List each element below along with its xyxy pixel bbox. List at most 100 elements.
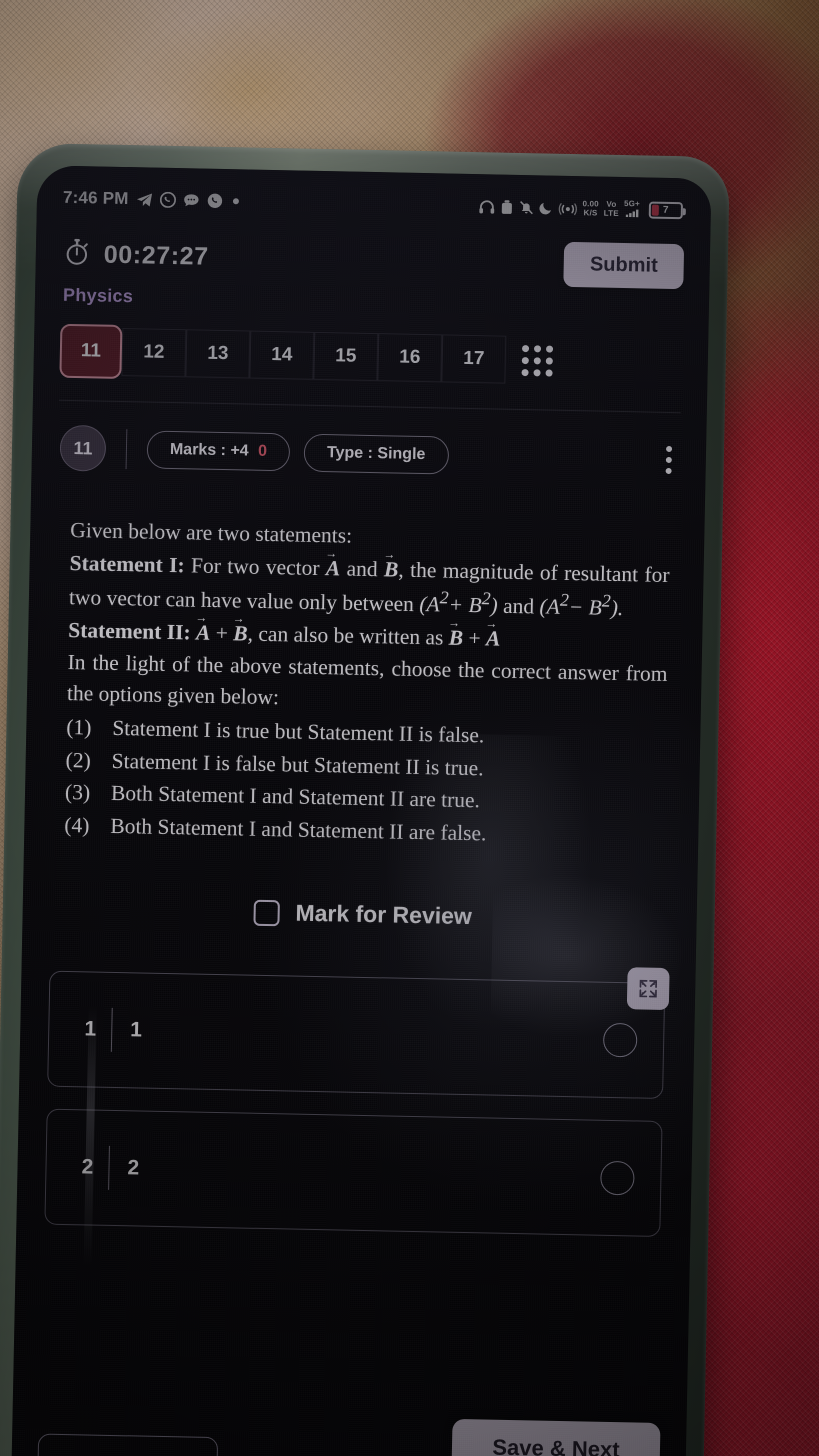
option-text: Statement I is true but Statement II is … <box>112 716 485 748</box>
answer-option-key: 2 <box>81 1155 94 1179</box>
question-tab-14[interactable]: 14 <box>249 330 315 380</box>
type-label: Type : <box>326 444 374 463</box>
question-tab-15[interactable]: 15 <box>313 331 379 382</box>
do-not-disturb-moon-icon <box>538 200 552 215</box>
question-tab-12[interactable]: 12 <box>121 327 187 378</box>
data-speed-value: 0.00 <box>582 198 599 209</box>
expr-a-squared-minus-b-squared: (A2− B2). <box>539 590 624 621</box>
answer-option-divider <box>108 1145 110 1190</box>
hotspot-icon <box>557 200 577 215</box>
expr2-minus: − B <box>568 595 603 620</box>
grid-dots-icon[interactable] <box>521 344 554 377</box>
answer-option-divider <box>110 1007 113 1052</box>
question-instruction: In the light of the above statements, ch… <box>66 650 668 709</box>
stopwatch-icon <box>64 238 91 272</box>
marks-label: Marks : <box>169 440 227 460</box>
question-tabs: 11 12 13 14 15 16 17 <box>33 305 708 391</box>
answer-option-radio[interactable] <box>602 1022 638 1058</box>
mark-for-review-checkbox[interactable] <box>253 899 280 926</box>
clear-response-button[interactable] <box>36 1433 219 1456</box>
volte-bottom: LTE <box>603 208 619 218</box>
message-icon <box>182 193 199 207</box>
network-type: 5G+ <box>623 198 641 208</box>
statement-one-and: and <box>346 556 378 581</box>
signal-bars-icon <box>625 209 638 219</box>
more-notifications-dot <box>232 198 239 205</box>
statement-two-rhs-vector-a: A <box>486 626 501 650</box>
submit-button[interactable]: Submit <box>563 241 685 290</box>
whatsapp-icon <box>159 191 176 208</box>
network-signal-indicator: 5G+ <box>623 198 641 219</box>
statement-one: Statement I: For two vector A and B, the… <box>69 547 670 624</box>
smartphone-device: 7:46 PM 0.00 K/S Vo LTE 5G+ 7 00:27:27 S… <box>0 142 730 1456</box>
statement-two-text: , can also be written as <box>247 621 444 650</box>
statement-two-label: Statement II: <box>68 617 191 645</box>
vector-a-symbol: A <box>326 556 341 580</box>
volte-top: Vo <box>606 199 617 209</box>
answer-option-value: 1 <box>130 1018 143 1042</box>
expr1-sup1: 2 <box>439 587 449 608</box>
answer-option-radio[interactable] <box>600 1160 635 1196</box>
marks-negative: 0 <box>257 442 268 460</box>
option-key: (1) <box>66 715 92 740</box>
expr1-open: (A <box>419 592 440 617</box>
question-options-list: (1) Statement I is true but Statement II… <box>64 712 666 852</box>
expr1-close: ) <box>490 593 498 618</box>
option-text: Both Statement I and Statement II are tr… <box>110 781 481 813</box>
expr2-sup1: 2 <box>559 589 570 611</box>
data-speed-indicator: 0.00 K/S <box>582 198 599 217</box>
timer-value: 00:27:27 <box>103 240 209 271</box>
question-tab-13[interactable]: 13 <box>185 329 251 379</box>
mark-for-review-label: Mark for Review <box>295 899 473 930</box>
expr2-open: (A <box>539 594 561 620</box>
type-pill: Type : Single <box>303 433 449 475</box>
data-speed-unit: K/S <box>583 207 598 217</box>
answer-option-row[interactable]: 1 1 <box>47 970 666 1099</box>
telegram-icon <box>135 192 152 207</box>
meta-divider <box>125 429 128 470</box>
option-key: (2) <box>65 747 92 773</box>
answer-options: 1 1 2 2 <box>16 924 696 1237</box>
type-value: Single <box>377 445 426 464</box>
statement-two-rhs-vector-b: B <box>449 625 464 649</box>
headphones-icon <box>478 199 494 214</box>
battery-fill <box>651 204 659 216</box>
option-text: Both Statement I and Statement II are fa… <box>110 813 487 846</box>
photograph-of-phone: 7:46 PM 0.00 K/S Vo LTE 5G+ 7 00:27:27 S… <box>0 0 819 1456</box>
exam-timer: 00:27:27 <box>64 238 210 274</box>
volte-indicator: Vo LTE <box>603 199 619 218</box>
marks-pill: Marks : +4 0 <box>146 430 291 472</box>
battery-indicator: 7 <box>648 201 684 219</box>
option-key: (3) <box>64 780 91 805</box>
kebab-menu-icon[interactable] <box>665 445 673 475</box>
statement-one-text-a: For two vector <box>190 552 320 580</box>
question-content: Given below are two statements: Statemen… <box>22 470 705 937</box>
statement-two-vector-b: B <box>233 621 248 645</box>
bottom-action-bar: Save & Next <box>11 1381 687 1456</box>
question-tab-16[interactable]: 16 <box>377 333 443 383</box>
vector-b-symbol: B <box>384 557 399 581</box>
bell-mute-icon <box>518 199 533 214</box>
statement-one-mid: and <box>502 593 535 619</box>
expr2-close: ). <box>610 596 624 621</box>
status-bar-right: 0.00 K/S Vo LTE 5G+ 7 <box>478 197 684 220</box>
question-tab-17[interactable]: 17 <box>441 334 507 384</box>
status-bar-left: 7:46 PM <box>63 188 239 212</box>
statement-two-operator: + <box>215 620 229 645</box>
option-text: Statement I is false but Statement II is… <box>111 748 484 781</box>
expr1-sup2: 2 <box>481 588 491 609</box>
question-tab-11[interactable]: 11 <box>59 323 123 379</box>
battery-percent: 7 <box>662 204 669 216</box>
fullscreen-expand-icon[interactable] <box>626 967 670 1011</box>
statement-one-label: Statement I: <box>69 550 185 577</box>
phone-screen: 7:46 PM 0.00 K/S Vo LTE 5G+ 7 00:27:27 S… <box>11 165 712 1456</box>
alarm-icon <box>499 199 513 214</box>
statement-two-vector-a: A <box>196 620 211 644</box>
answer-option-row[interactable]: 2 2 <box>44 1108 663 1237</box>
status-bar-clock: 7:46 PM <box>62 187 129 209</box>
answer-option-value: 2 <box>127 1156 140 1180</box>
answer-option-key: 1 <box>84 1017 97 1041</box>
save-and-next-button[interactable]: Save & Next <box>451 1418 661 1456</box>
option-key: (4) <box>64 812 90 838</box>
question-number-badge: 11 <box>59 424 107 472</box>
